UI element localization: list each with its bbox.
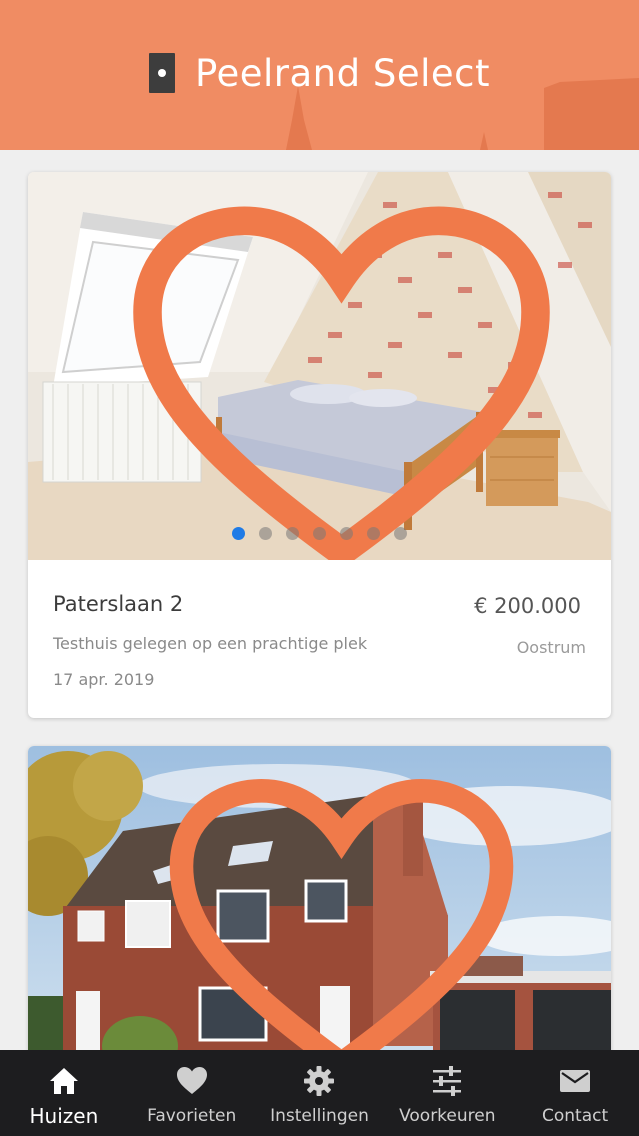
favorite-heart-icon[interactable]: [50, 772, 611, 1066]
carousel-dot[interactable]: [394, 527, 407, 540]
listing-price: € 200.000: [474, 594, 581, 618]
gear-icon: [304, 1066, 335, 1096]
app-title: Peelrand Select: [194, 51, 491, 95]
brand-logo-icon: [148, 53, 175, 93]
carousel-dot[interactable]: [232, 527, 245, 540]
carousel-dot[interactable]: [313, 527, 326, 540]
nav-label-favorieten: Favorieten: [147, 1106, 237, 1126]
nav-item-instellingen[interactable]: Instellingen: [256, 1050, 384, 1136]
heart-icon: [176, 1067, 207, 1094]
brand: Peelrand Select: [0, 48, 639, 98]
listing-place: Oostrum: [516, 638, 586, 657]
nav-item-huizen[interactable]: Huizen: [0, 1050, 128, 1136]
photo-carousel-dots: [28, 527, 611, 541]
nav-item-contact[interactable]: Contact: [511, 1050, 639, 1136]
envelope-icon: [560, 1070, 591, 1092]
nav-label-contact: Contact: [542, 1106, 609, 1126]
listing-street: Paterslaan 2: [53, 592, 184, 616]
nav-item-favorieten[interactable]: Favorieten: [128, 1050, 256, 1136]
bottom-navigation: Huizen Favorieten Instellingen Voorkeure…: [0, 1050, 639, 1136]
carousel-dot[interactable]: [259, 527, 272, 540]
listing-description: Testhuis gelegen op een prachtige plek: [53, 634, 368, 653]
carousel-dot[interactable]: [286, 527, 299, 540]
sliders-icon: [433, 1066, 462, 1096]
nav-label-voorkeuren: Voorkeuren: [399, 1106, 496, 1126]
app-header: Peelrand Select: [0, 0, 639, 150]
listing-card[interactable]: Paterslaan 2 € 200.000 Testhuis gelegen …: [28, 172, 611, 718]
listing-date: 17 apr. 2019: [53, 670, 155, 689]
nav-label-huizen: Huizen: [29, 1104, 99, 1128]
nav-item-voorkeuren[interactable]: Voorkeuren: [383, 1050, 511, 1136]
listing-card[interactable]: [28, 746, 611, 1066]
listing-info[interactable]: Paterslaan 2 € 200.000 Testhuis gelegen …: [28, 560, 611, 718]
carousel-dot[interactable]: [367, 527, 380, 540]
home-icon: [49, 1068, 78, 1094]
nav-label-instellingen: Instellingen: [270, 1106, 369, 1126]
carousel-dot[interactable]: [340, 527, 353, 540]
listing-photo[interactable]: [28, 746, 611, 1066]
favorite-heart-icon[interactable]: [50, 198, 611, 560]
listing-photo[interactable]: [28, 172, 611, 560]
